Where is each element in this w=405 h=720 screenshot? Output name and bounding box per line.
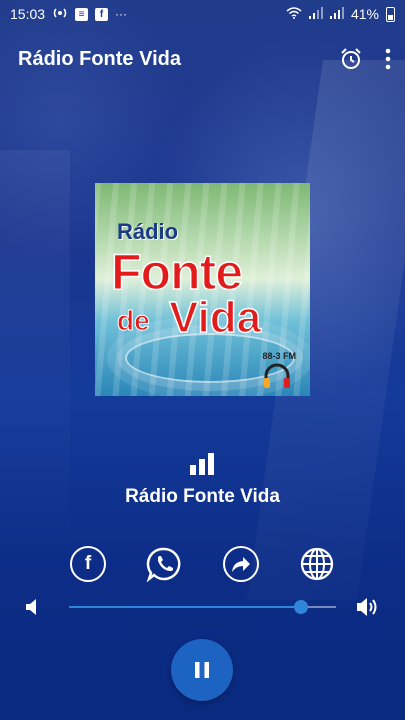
volume-slider-thumb[interactable]	[294, 600, 309, 614]
station-artwork: Rádio Fonte de Vida 88-3 FM	[95, 183, 310, 396]
facebook-icon: f	[84, 553, 92, 574]
whatsapp-icon	[146, 547, 181, 582]
status-bar: 15:03 ≡ f ··· 41%	[0, 0, 405, 28]
more-notifications-icon: ···	[115, 7, 128, 21]
equalizer-bars-icon	[190, 453, 214, 475]
facebook-notification-icon: f	[95, 7, 109, 21]
facebook-button[interactable]: f	[70, 546, 106, 582]
artwork-text-de: de	[117, 305, 151, 337]
signal-icon	[329, 7, 344, 21]
app-title: Rádio Fonte Vida	[18, 47, 181, 70]
station-name: Rádio Fonte Vida	[125, 486, 280, 507]
volume-low-icon[interactable]	[24, 597, 42, 617]
volume-row	[0, 594, 405, 620]
battery-icon	[386, 6, 395, 22]
app-actions	[339, 47, 391, 71]
volume-slider[interactable]	[69, 600, 336, 614]
app-notification-icon: ≡	[75, 7, 89, 21]
pause-icon	[195, 662, 209, 678]
artwork-frequency: 88-3 FM	[262, 351, 296, 361]
app-bar: Rádio Fonte Vida	[0, 28, 405, 90]
overflow-menu-icon[interactable]	[385, 48, 391, 70]
share-icon	[232, 557, 250, 572]
alarm-icon[interactable]	[339, 47, 363, 71]
signal-icon	[308, 7, 323, 21]
website-globe-icon	[300, 547, 334, 581]
pause-button[interactable]	[171, 639, 233, 701]
status-time: 15:03	[10, 6, 46, 22]
artwork-text-vida: Vida	[168, 292, 262, 343]
share-button[interactable]	[223, 546, 259, 582]
website-button[interactable]	[299, 546, 335, 582]
volume-slider-fill	[69, 606, 302, 608]
status-left: 15:03 ≡ f ···	[10, 6, 127, 22]
headphones-icon	[264, 363, 290, 388]
status-right: 41%	[286, 6, 395, 22]
whatsapp-button[interactable]	[146, 546, 182, 582]
broadcast-icon	[52, 7, 68, 21]
artwork-text-radio: Rádio	[117, 219, 179, 244]
volume-high-icon[interactable]	[356, 596, 382, 618]
battery-percentage: 41%	[350, 6, 379, 22]
wifi-icon	[286, 7, 302, 21]
social-share-row: f	[0, 546, 405, 586]
